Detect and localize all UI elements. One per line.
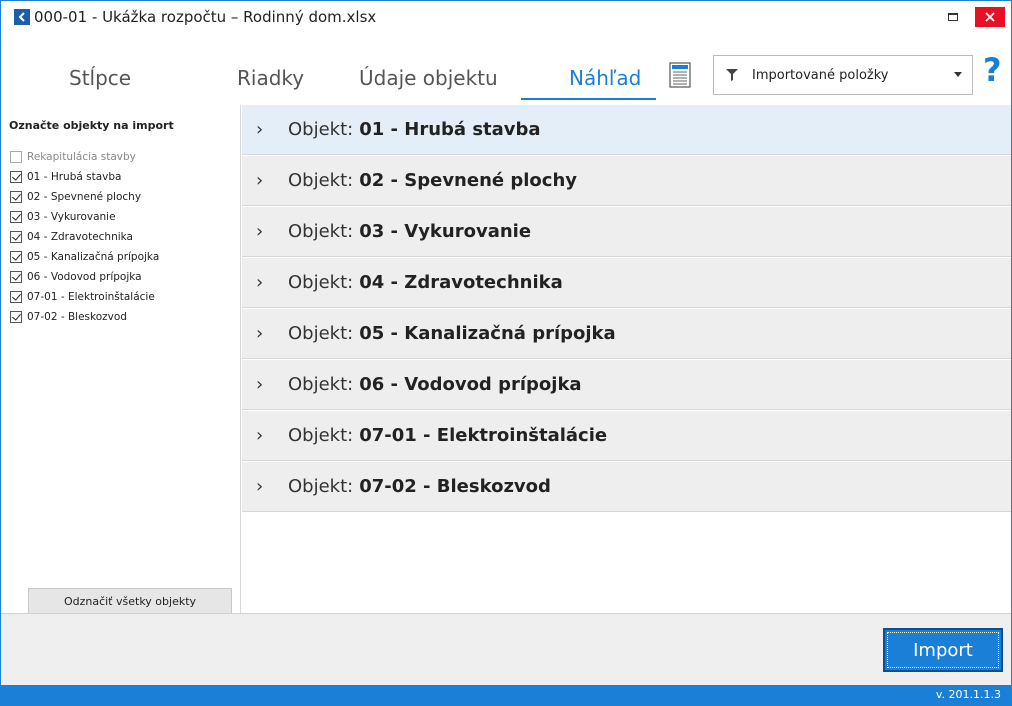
filter-dropdown[interactable]: Importované položky bbox=[713, 55, 973, 95]
checkbox-item[interactable]: 01 - Hrubá stavba bbox=[10, 167, 159, 187]
chevron-right-icon[interactable]: › bbox=[256, 323, 276, 344]
object-prefix: Objekt: bbox=[288, 170, 354, 191]
back-arrow-icon[interactable] bbox=[14, 9, 30, 25]
object-row[interactable]: › Objekt: 03 - Vykurovanie bbox=[242, 207, 1011, 257]
version-label: v. 201.1.1.3 bbox=[935, 688, 1001, 701]
chevron-down-icon bbox=[954, 72, 962, 77]
status-bar: v. 201.1.1.3 bbox=[1, 685, 1011, 705]
tab-object-data[interactable]: Údaje objektu bbox=[359, 66, 498, 90]
tab-rows[interactable]: Riadky bbox=[237, 66, 304, 90]
chevron-right-icon[interactable]: › bbox=[256, 374, 276, 395]
object-prefix: Objekt: bbox=[288, 119, 354, 140]
checkbox-label: 07-02 - Bleskozvod bbox=[27, 311, 127, 323]
checkbox-label: Rekapitulácia stavby bbox=[27, 151, 136, 163]
filter-selected-value: Importované položky bbox=[752, 67, 889, 83]
object-prefix: Objekt: bbox=[288, 272, 354, 293]
chevron-right-icon[interactable]: › bbox=[256, 272, 276, 293]
object-name: 01 - Hrubá stavba bbox=[359, 119, 541, 140]
object-row[interactable]: › Objekt: 07-02 - Bleskozvod bbox=[242, 462, 1011, 512]
checkbox[interactable] bbox=[10, 171, 22, 183]
object-row[interactable]: › Objekt: 05 - Kanalizačná prípojka bbox=[242, 309, 1011, 359]
checkbox-item[interactable]: 04 - Zdravotechnika bbox=[10, 227, 159, 247]
checkbox-item[interactable]: 06 - Vodovod prípojka bbox=[10, 267, 159, 287]
object-name: 03 - Vykurovanie bbox=[359, 221, 532, 242]
checkbox[interactable] bbox=[10, 311, 22, 323]
panel-heading: Označte objekty na import bbox=[9, 119, 174, 132]
checkbox-label: 06 - Vodovod prípojka bbox=[27, 271, 142, 283]
checkbox[interactable] bbox=[10, 271, 22, 283]
checkbox-label: 03 - Vykurovanie bbox=[27, 211, 116, 223]
tab-preview[interactable]: Náhľad bbox=[569, 66, 641, 90]
object-row[interactable]: › Objekt: 04 - Zdravotechnika bbox=[242, 258, 1011, 308]
checkbox[interactable] bbox=[10, 231, 22, 243]
chevron-right-icon[interactable]: › bbox=[256, 170, 276, 191]
object-checklist: Rekapitulácia stavby 01 - Hrubá stavba 0… bbox=[10, 147, 159, 327]
checkbox[interactable] bbox=[10, 291, 22, 303]
chevron-right-icon[interactable]: › bbox=[256, 476, 276, 497]
uncheck-all-button[interactable]: Odznačiť všetky objekty bbox=[28, 588, 232, 614]
document-icon[interactable] bbox=[669, 62, 691, 88]
object-row[interactable]: › Objekt: 06 - Vodovod prípojka bbox=[242, 360, 1011, 410]
object-name: 04 - Zdravotechnika bbox=[359, 272, 563, 293]
checkbox-label: 05 - Kanalizačná prípojka bbox=[27, 251, 160, 263]
checkbox-label: 04 - Zdravotechnika bbox=[27, 231, 133, 243]
close-button[interactable] bbox=[975, 7, 1005, 27]
help-icon[interactable]: ? bbox=[983, 51, 1002, 89]
object-name: 06 - Vodovod prípojka bbox=[359, 374, 582, 395]
maximize-icon bbox=[948, 13, 958, 21]
object-prefix: Objekt: bbox=[288, 323, 354, 344]
close-icon bbox=[985, 12, 995, 22]
title-bar: 000-01 - Ukážka rozpočtu – Rodinný dom.x… bbox=[1, 1, 1011, 33]
checkbox[interactable] bbox=[10, 251, 22, 263]
chevron-right-icon[interactable]: › bbox=[256, 119, 276, 140]
checkbox-item[interactable]: 03 - Vykurovanie bbox=[10, 207, 159, 227]
checkbox[interactable] bbox=[10, 211, 22, 223]
object-name: 07-01 - Elektroinštalácie bbox=[359, 425, 608, 446]
object-row[interactable]: › Objekt: 02 - Spevnené plochy bbox=[242, 156, 1011, 206]
object-name: 07-02 - Bleskozvod bbox=[359, 476, 551, 497]
checkbox-item[interactable]: 02 - Spevnené plochy bbox=[10, 187, 159, 207]
active-tab-indicator bbox=[521, 98, 656, 100]
footer-bar: Import bbox=[1, 613, 1011, 685]
checkbox-label: 01 - Hrubá stavba bbox=[27, 171, 122, 183]
window-title: 000-01 - Ukážka rozpočtu – Rodinný dom.x… bbox=[34, 8, 377, 26]
object-preview-list: › Objekt: 01 - Hrubá stavba › Objekt: 02… bbox=[242, 105, 1011, 613]
object-name: 05 - Kanalizačná prípojka bbox=[359, 323, 616, 344]
filter-icon bbox=[726, 69, 738, 81]
import-button[interactable]: Import bbox=[883, 628, 1003, 672]
object-selection-panel: Označte objekty na import Rekapitulácia … bbox=[1, 105, 241, 614]
app-window: 000-01 - Ukážka rozpočtu – Rodinný dom.x… bbox=[0, 0, 1012, 706]
object-row[interactable]: › Objekt: 07-01 - Elektroinštalácie bbox=[242, 411, 1011, 461]
window-controls bbox=[939, 7, 1011, 27]
checkbox-item[interactable]: 07-02 - Bleskozvod bbox=[10, 307, 159, 327]
checkbox-item[interactable]: 05 - Kanalizačná prípojka bbox=[10, 247, 159, 267]
object-name: 02 - Spevnené plochy bbox=[359, 170, 578, 191]
tab-bar: Stĺpce Riadky Údaje objektu Náhľad Impor… bbox=[1, 51, 1011, 105]
checkbox-label: 07-01 - Elektroinštalácie bbox=[27, 291, 155, 303]
object-prefix: Objekt: bbox=[288, 374, 354, 395]
chevron-right-icon[interactable]: › bbox=[256, 221, 276, 242]
chevron-right-icon[interactable]: › bbox=[256, 425, 276, 446]
checkbox-item[interactable]: 07-01 - Elektroinštalácie bbox=[10, 287, 159, 307]
checkbox-label: 02 - Spevnené plochy bbox=[27, 191, 142, 203]
object-prefix: Objekt: bbox=[288, 221, 354, 242]
tab-columns[interactable]: Stĺpce bbox=[69, 66, 131, 90]
object-row[interactable]: › Objekt: 01 - Hrubá stavba bbox=[242, 105, 1011, 155]
checkbox-item[interactable]: Rekapitulácia stavby bbox=[10, 147, 159, 167]
checkbox[interactable] bbox=[10, 191, 22, 203]
object-prefix: Objekt: bbox=[288, 425, 354, 446]
object-prefix: Objekt: bbox=[288, 476, 354, 497]
checkbox[interactable] bbox=[10, 151, 22, 163]
maximize-button[interactable] bbox=[939, 7, 967, 27]
